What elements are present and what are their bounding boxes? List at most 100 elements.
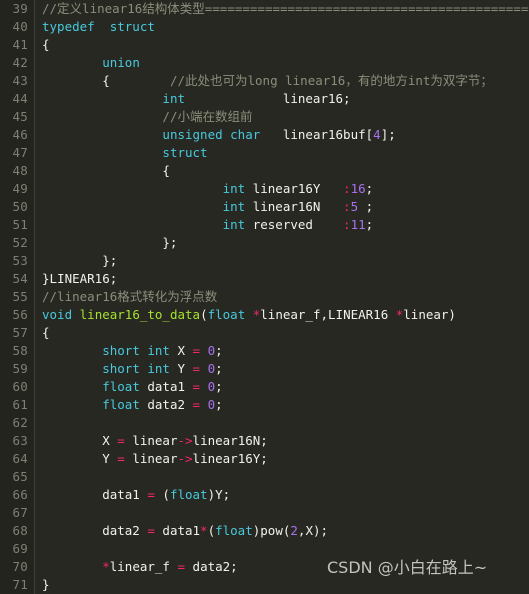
code-token: int bbox=[222, 181, 246, 196]
code-line[interactable]: 52 }; bbox=[0, 234, 529, 252]
code-line-text[interactable]: X = linear->linear16N; bbox=[35, 432, 529, 450]
code-token: int bbox=[162, 91, 185, 106]
line-number: 69 bbox=[0, 540, 34, 558]
code-token: data1 bbox=[42, 487, 148, 502]
code-line[interactable]: 53 }; bbox=[0, 252, 529, 270]
code-line-text[interactable]: typedef struct bbox=[35, 18, 529, 36]
code-line-text[interactable]: { bbox=[35, 162, 529, 180]
code-token: float bbox=[215, 523, 253, 538]
code-line-text[interactable] bbox=[35, 540, 529, 558]
code-line-text[interactable]: data2 = data1*(float)pow(2,X); bbox=[35, 522, 529, 540]
code-line[interactable]: 67 bbox=[0, 504, 529, 522]
code-line-text[interactable]: union bbox=[35, 54, 529, 72]
code-line-text[interactable]: int reserved :11; bbox=[35, 216, 529, 234]
line-number: 47 bbox=[0, 144, 34, 162]
code-line[interactable]: 43 { //此处也可为long linear16，有的地方int为双字节； bbox=[0, 72, 529, 90]
code-token: data1 bbox=[154, 523, 201, 538]
code-line[interactable]: 66 data1 = (float)Y; bbox=[0, 486, 529, 504]
code-lines-container[interactable]: 39 //定义linear16结构体类型=====================… bbox=[0, 0, 529, 594]
code-token: X bbox=[42, 433, 118, 448]
code-line[interactable]: 69 bbox=[0, 540, 529, 558]
code-line[interactable]: 44 int linear16; bbox=[0, 90, 529, 108]
code-line[interactable]: 50 int linear16N :5 ; bbox=[0, 198, 529, 216]
code-line[interactable]: 41 { bbox=[0, 36, 529, 54]
code-token: 2 bbox=[290, 523, 298, 538]
code-line-text[interactable]: //定义linear16结构体类型=======================… bbox=[35, 0, 529, 18]
code-line[interactable]: 42 union bbox=[0, 54, 529, 72]
code-line-text[interactable]: } bbox=[35, 576, 529, 594]
code-line[interactable]: 40 typedef struct bbox=[0, 18, 529, 36]
code-token: typedef struct bbox=[42, 19, 155, 34]
line-number: 50 bbox=[0, 198, 34, 216]
code-token: ; bbox=[365, 217, 374, 232]
code-token: = bbox=[117, 433, 125, 448]
code-line-text[interactable]: int linear16; bbox=[35, 90, 529, 108]
code-line-text[interactable]: short int X = 0; bbox=[35, 342, 529, 360]
code-line[interactable]: 55 //linear16格式转化为浮点数 bbox=[0, 288, 529, 306]
code-token: = bbox=[192, 397, 201, 412]
code-line[interactable]: 68 data2 = data1*(float)pow(2,X); bbox=[0, 522, 529, 540]
code-editor[interactable]: 39 //定义linear16结构体类型=====================… bbox=[0, 0, 529, 594]
code-line-text[interactable]: }LINEAR16; bbox=[35, 270, 529, 288]
code-line-text[interactable]: }; bbox=[35, 252, 529, 270]
code-line[interactable]: 62 bbox=[0, 414, 529, 432]
code-line[interactable]: 60 float data1 = 0; bbox=[0, 378, 529, 396]
code-line-text[interactable]: float data1 = 0; bbox=[35, 378, 529, 396]
code-token: 0 bbox=[207, 343, 216, 358]
code-line-text[interactable]: *linear_f = data2; bbox=[35, 558, 529, 576]
code-token: * bbox=[200, 523, 208, 538]
code-token: //此处也可为long linear16，有的地方int为双字节； bbox=[169, 73, 493, 88]
code-token: Y bbox=[169, 361, 193, 376]
code-line[interactable]: 45 //小端在数组前 bbox=[0, 108, 529, 126]
code-line[interactable]: 56 void linear16_to_data(float *linear_f,… bbox=[0, 306, 529, 324]
code-line[interactable]: 47 struct bbox=[0, 144, 529, 162]
code-line-text[interactable]: { bbox=[35, 324, 529, 342]
code-line[interactable]: 71} bbox=[0, 576, 529, 594]
code-token: }; bbox=[42, 253, 118, 268]
code-line-text[interactable]: unsigned char linear16buf[4]; bbox=[35, 126, 529, 144]
code-line[interactable]: 70 *linear_f = data2; bbox=[0, 558, 529, 576]
code-line[interactable]: 51 int reserved :11; bbox=[0, 216, 529, 234]
code-line[interactable]: 58 short int X = 0; bbox=[0, 342, 529, 360]
code-line-text[interactable]: Y = linear->linear16Y; bbox=[35, 450, 529, 468]
code-line-text[interactable]: }; bbox=[35, 234, 529, 252]
code-token: = bbox=[192, 379, 201, 394]
code-line-text[interactable]: //linear16格式转化为浮点数 bbox=[35, 288, 529, 306]
code-line[interactable]: 39 //定义linear16结构体类型=====================… bbox=[0, 0, 529, 18]
line-number: 63 bbox=[0, 432, 34, 450]
code-line-text[interactable]: float data2 = 0; bbox=[35, 396, 529, 414]
line-number: 62 bbox=[0, 414, 34, 432]
code-line[interactable]: 65 bbox=[0, 468, 529, 486]
code-line[interactable]: 61 float data2 = 0; bbox=[0, 396, 529, 414]
code-line-text[interactable]: int linear16N :5 ; bbox=[35, 198, 529, 216]
code-line-text[interactable]: int linear16Y :16; bbox=[35, 180, 529, 198]
code-line-text[interactable] bbox=[35, 414, 529, 432]
code-line-text[interactable] bbox=[35, 468, 529, 486]
code-token: : bbox=[343, 181, 351, 196]
code-line[interactable]: 54}LINEAR16; bbox=[0, 270, 529, 288]
code-line[interactable]: 48 { bbox=[0, 162, 529, 180]
code-line[interactable]: 49 int linear16Y :16; bbox=[0, 180, 529, 198]
code-line[interactable]: 63 X = linear->linear16N; bbox=[0, 432, 529, 450]
code-line[interactable]: 57 { bbox=[0, 324, 529, 342]
code-line-text[interactable]: data1 = (float)Y; bbox=[35, 486, 529, 504]
code-line-text[interactable] bbox=[35, 504, 529, 522]
code-token: float bbox=[169, 487, 208, 502]
code-token: ; bbox=[358, 199, 374, 214]
code-line-text[interactable]: { //此处也可为long linear16，有的地方int为双字节； bbox=[35, 72, 529, 90]
code-line-text[interactable]: //小端在数组前 bbox=[35, 108, 529, 126]
code-token: int bbox=[222, 199, 246, 214]
code-line[interactable]: 64 Y = linear->linear16Y; bbox=[0, 450, 529, 468]
code-line-text[interactable]: short int Y = 0; bbox=[35, 360, 529, 378]
code-line-text[interactable]: struct bbox=[35, 144, 529, 162]
line-number: 71 bbox=[0, 576, 34, 594]
code-line[interactable]: 59 short int Y = 0; bbox=[0, 360, 529, 378]
code-line[interactable]: 46 unsigned char linear16buf[4]; bbox=[0, 126, 529, 144]
code-line-text[interactable]: void linear16_to_data(float *linear_f,LI… bbox=[35, 306, 529, 324]
code-line-text[interactable]: { bbox=[35, 36, 529, 54]
